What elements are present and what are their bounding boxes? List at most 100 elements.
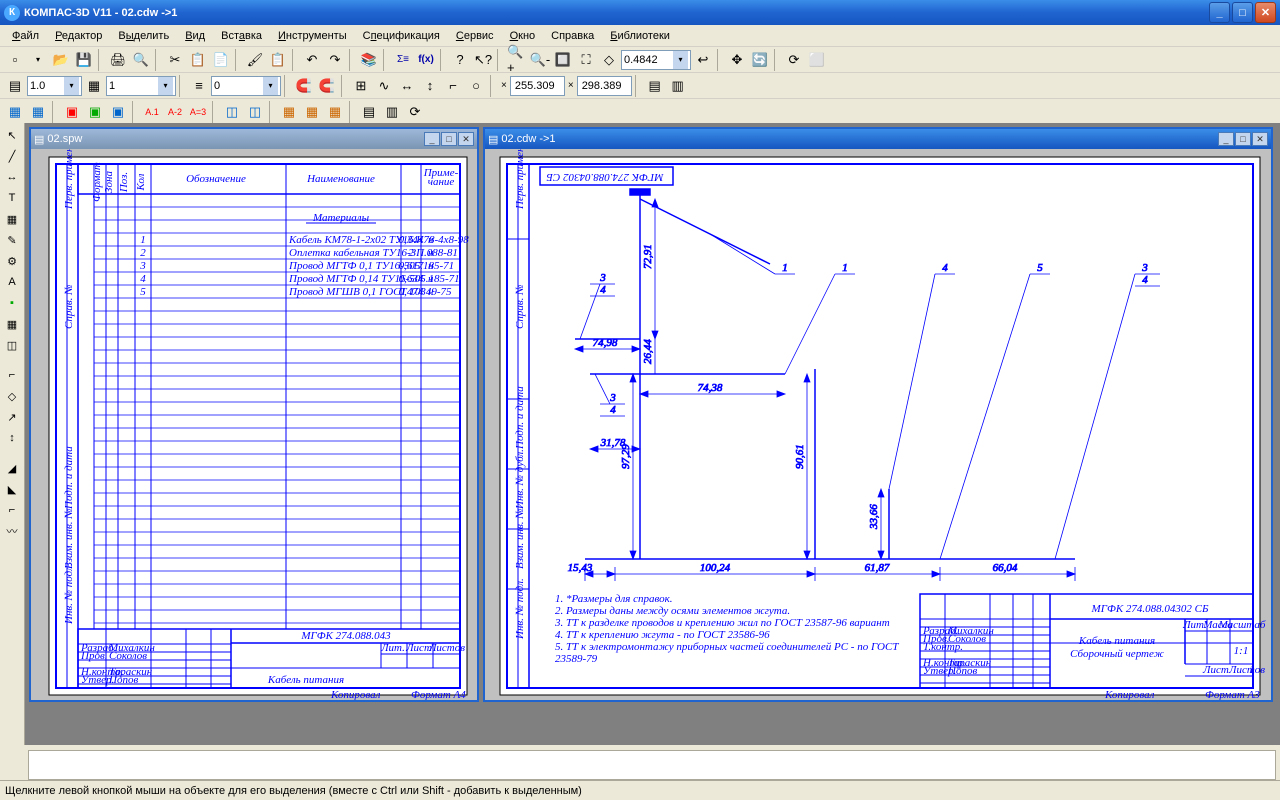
menu-help[interactable]: Справка bbox=[543, 27, 602, 45]
style-icon[interactable]: ≡ bbox=[188, 75, 210, 97]
menu-editor[interactable]: Редактор bbox=[47, 27, 110, 45]
maximize-button[interactable]: □ bbox=[1232, 2, 1253, 23]
cdw-min[interactable]: _ bbox=[1218, 132, 1234, 146]
lt-s1[interactable]: ⌐ bbox=[2, 365, 22, 385]
doc1-button[interactable]: ▤ bbox=[644, 75, 666, 97]
lt-e2[interactable]: ▦ bbox=[2, 314, 22, 334]
menu-select[interactable]: Выделить bbox=[110, 27, 177, 45]
param3-button[interactable]: ↔ bbox=[396, 75, 418, 97]
lt-line[interactable]: ╱ bbox=[2, 146, 22, 166]
e6-button[interactable]: A.1 bbox=[141, 101, 163, 123]
lt-param[interactable]: ⚙ bbox=[2, 251, 22, 271]
menu-insert[interactable]: Вставка bbox=[213, 27, 270, 45]
whatsthis-button[interactable]: ↖? bbox=[472, 49, 494, 71]
lt-c4[interactable]: 〰 bbox=[2, 521, 22, 541]
lt-c3[interactable]: ⌐ bbox=[2, 500, 22, 520]
close-button[interactable]: ✕ bbox=[1255, 2, 1276, 23]
zoomout-button[interactable]: 🔍- bbox=[529, 49, 551, 71]
menu-view[interactable]: Вид bbox=[177, 27, 213, 45]
ortho-button[interactable]: ⌐ bbox=[442, 75, 464, 97]
cdw-titlebar[interactable]: ▤ 02.cdw ->1 _ □ ✕ bbox=[485, 129, 1271, 149]
copy-button[interactable]: 📋 bbox=[187, 49, 209, 71]
layer-icon[interactable]: ▦ bbox=[83, 75, 105, 97]
e16-button[interactable]: ⟳ bbox=[404, 101, 426, 123]
zoom-combo[interactable]: 0.4842▾ bbox=[621, 50, 691, 70]
lt-meas[interactable]: A bbox=[2, 272, 22, 292]
e2-button[interactable]: ▦ bbox=[27, 101, 49, 123]
print-button[interactable]: 🖨 bbox=[107, 49, 129, 71]
refresh-button[interactable]: ⟳ bbox=[783, 49, 805, 71]
lt-edit[interactable]: ✎ bbox=[2, 230, 22, 250]
menu-libs[interactable]: Библиотеки bbox=[602, 27, 678, 45]
snap2-button[interactable]: 🧲 bbox=[316, 75, 338, 97]
zoomprev-button[interactable]: ↩ bbox=[692, 49, 714, 71]
linewidth-combo[interactable]: 1.0▾ bbox=[27, 76, 82, 96]
menu-window[interactable]: Окно bbox=[502, 27, 544, 45]
menu-spec[interactable]: Спецификация bbox=[355, 27, 448, 45]
spw-close[interactable]: ✕ bbox=[458, 132, 474, 146]
menu-service[interactable]: Сервис bbox=[448, 27, 502, 45]
e7-button[interactable]: A-2 bbox=[164, 101, 186, 123]
lt-c2[interactable]: ◣ bbox=[2, 479, 22, 499]
new-button[interactable]: ▫ bbox=[4, 49, 26, 71]
lt-s2[interactable]: ◇ bbox=[2, 386, 22, 406]
cdw-max[interactable]: □ bbox=[1235, 132, 1251, 146]
e14-button[interactable]: ▤ bbox=[358, 101, 380, 123]
redraw-button[interactable]: ⬜ bbox=[806, 49, 828, 71]
snap1-button[interactable]: 🧲 bbox=[293, 75, 315, 97]
undo-button[interactable]: ↶ bbox=[301, 49, 323, 71]
lt-s4[interactable]: ↕ bbox=[2, 428, 22, 448]
cdw-close[interactable]: ✕ bbox=[1252, 132, 1268, 146]
spw-min[interactable]: _ bbox=[424, 132, 440, 146]
command-bar[interactable] bbox=[28, 750, 1276, 780]
menu-file[interactable]: Файл bbox=[4, 27, 47, 45]
paste-button[interactable]: 📄 bbox=[210, 49, 232, 71]
lib-button[interactable]: 📚 bbox=[358, 49, 380, 71]
help-button[interactable]: ? bbox=[449, 49, 471, 71]
e10-button[interactable]: ◫ bbox=[244, 101, 266, 123]
zoomin-button[interactable]: 🔍+ bbox=[506, 49, 528, 71]
redo-button[interactable]: ↷ bbox=[324, 49, 346, 71]
e8-button[interactable]: A=3 bbox=[187, 101, 209, 123]
e13-button[interactable]: ▦ bbox=[324, 101, 346, 123]
coord-x-input[interactable] bbox=[510, 76, 565, 96]
menu-tools[interactable]: Инструменты bbox=[270, 27, 355, 45]
save-button[interactable]: 💾 bbox=[73, 49, 95, 71]
lt-text[interactable]: Т bbox=[2, 188, 22, 208]
e9-button[interactable]: ◫ bbox=[221, 101, 243, 123]
fx-button[interactable]: f(x) bbox=[415, 49, 437, 71]
lt-dim[interactable]: ↔ bbox=[2, 167, 22, 187]
zoomwin-button[interactable]: 🔲 bbox=[552, 49, 574, 71]
minimize-button[interactable]: _ bbox=[1209, 2, 1230, 23]
lt-select[interactable]: ↖ bbox=[2, 125, 22, 145]
cdw-content[interactable]: Перв. примен. Справ. № Подп. и дата Инв.… bbox=[485, 149, 1271, 700]
spw-titlebar[interactable]: ▤ 02.spw _ □ ✕ bbox=[31, 129, 477, 149]
vars-button[interactable]: Σ≡ bbox=[392, 49, 414, 71]
lt-hatch[interactable]: ▦ bbox=[2, 209, 22, 229]
open-button[interactable]: 📂 bbox=[50, 49, 72, 71]
e1-button[interactable]: ▦ bbox=[4, 101, 26, 123]
e4-button[interactable]: ▣ bbox=[84, 101, 106, 123]
coord-y-input[interactable] bbox=[577, 76, 632, 96]
zoomfit-button[interactable]: ⛶ bbox=[575, 49, 597, 71]
preview-button[interactable]: 🔍 bbox=[130, 49, 152, 71]
properties-button[interactable]: 📋 bbox=[267, 49, 289, 71]
lt-s3[interactable]: ↗ bbox=[2, 407, 22, 427]
doc2-button[interactable]: ▥ bbox=[667, 75, 689, 97]
param1-button[interactable]: ⊞ bbox=[350, 75, 372, 97]
round-button[interactable]: ○ bbox=[465, 75, 487, 97]
e11-button[interactable]: ▦ bbox=[278, 101, 300, 123]
layer-combo[interactable]: 1▾ bbox=[106, 76, 176, 96]
status-icon[interactable]: ▤ bbox=[4, 75, 26, 97]
spw-max[interactable]: □ bbox=[441, 132, 457, 146]
e3-button[interactable]: ▣ bbox=[61, 101, 83, 123]
lt-c1[interactable]: ◢ bbox=[2, 458, 22, 478]
copyprops-button[interactable]: 🖌 bbox=[244, 49, 266, 71]
lt-e1[interactable]: ▪ bbox=[2, 293, 22, 313]
lt-e3[interactable]: ◫ bbox=[2, 335, 22, 355]
e5-button[interactable]: ▣ bbox=[107, 101, 129, 123]
spw-content[interactable]: Обозначение Наименование Приме- чание Фо… bbox=[31, 149, 477, 700]
zoomsel-button[interactable]: ◇ bbox=[598, 49, 620, 71]
e15-button[interactable]: ▥ bbox=[381, 101, 403, 123]
cut-button[interactable]: ✂ bbox=[164, 49, 186, 71]
